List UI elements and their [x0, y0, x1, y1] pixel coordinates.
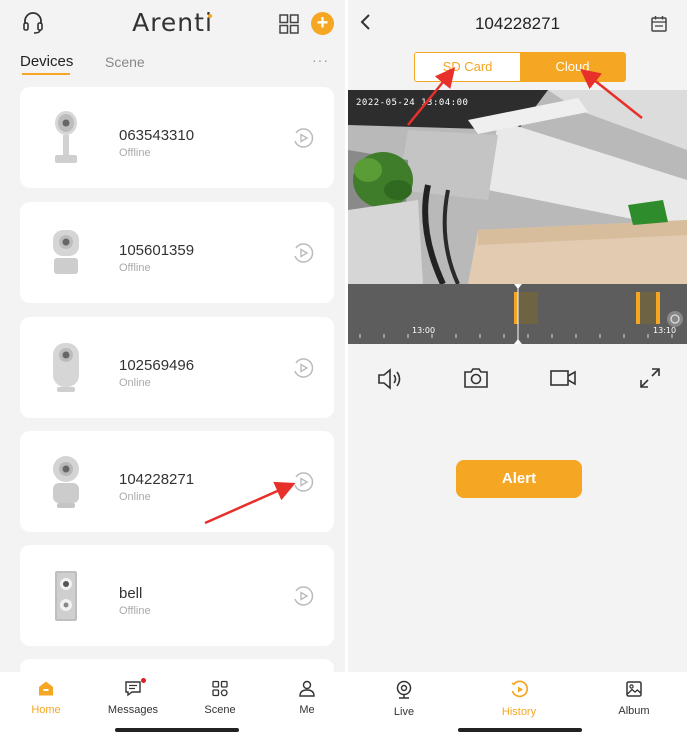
camera-pan-tilt-icon	[53, 456, 79, 508]
album-icon	[626, 681, 642, 697]
device-name: 104228271	[119, 471, 195, 488]
doorbell-icon	[55, 571, 77, 621]
nav-label: Me	[299, 704, 315, 716]
camera-feed-image	[348, 90, 687, 284]
header: Arenti + Devices Scene ···	[0, 0, 345, 80]
calendar-icon[interactable]	[650, 15, 668, 38]
nav-scene[interactable]: Scene	[190, 680, 250, 716]
record-icon[interactable]	[549, 366, 577, 395]
nav-history[interactable]: History	[489, 680, 549, 718]
fullscreen-icon[interactable]	[638, 366, 662, 395]
nav-label: Home	[31, 704, 61, 716]
nav-label: History	[501, 706, 537, 718]
nav-label: Scene	[204, 704, 236, 716]
segment-cloud[interactable]: Cloud	[520, 53, 625, 81]
person-icon	[299, 680, 315, 697]
nav-me[interactable]: Me	[277, 680, 337, 716]
device-name: 063543310	[119, 127, 195, 144]
camera-dome-icon	[53, 343, 79, 392]
alert-button[interactable]: Alert	[456, 460, 582, 498]
timeline-track	[359, 284, 673, 344]
device-status: Offline	[119, 605, 151, 617]
brand-dot	[208, 14, 212, 18]
home-icon	[39, 681, 53, 696]
device-name: 105601359	[119, 242, 195, 259]
segment-sd-card[interactable]: SD Card	[415, 53, 520, 81]
nav-messages[interactable]: Messages	[103, 678, 163, 716]
device-status: Online	[119, 491, 151, 503]
add-device-icon[interactable]: +	[311, 12, 334, 35]
scene-icon	[212, 680, 228, 697]
device-card[interactable]: bell Offline	[20, 545, 334, 646]
tab-devices[interactable]: Devices	[20, 53, 73, 70]
tab-underline	[22, 73, 70, 75]
unread-badge	[141, 678, 146, 683]
device-status: Offline	[119, 262, 151, 274]
device-card[interactable]: 063543310 Offline	[20, 87, 334, 188]
webcam-icon	[396, 680, 412, 699]
playback-icon[interactable]	[292, 242, 314, 269]
playback-timeline[interactable]: 13:00 13:10	[348, 284, 687, 344]
nav-label: Album	[618, 705, 650, 717]
home-indicator	[115, 728, 239, 732]
playback-icon[interactable]	[292, 357, 314, 384]
nav-label: Messages	[107, 704, 159, 716]
nav-home[interactable]: Home	[16, 680, 76, 716]
device-history-screen: 104228271 SD Card Cloud 2022-05-24 13:04…	[348, 0, 687, 733]
device-name: 102569496	[119, 357, 195, 374]
timeline-tick-label: 13:00	[412, 326, 436, 335]
message-icon	[125, 681, 141, 697]
camera-stand-icon	[55, 111, 77, 163]
device-list-screen: Arenti + Devices Scene ··· 063543310 Off…	[0, 0, 345, 733]
tab-scene[interactable]: Scene	[105, 54, 145, 70]
playback-icon[interactable]	[292, 471, 314, 498]
camera-cube-icon	[53, 230, 79, 274]
device-card[interactable]: 105601359 Offline	[20, 202, 334, 303]
bottom-nav: Live History Album	[348, 672, 687, 733]
more-options-icon[interactable]: ···	[312, 52, 329, 68]
device-name: bell	[119, 585, 143, 602]
page-title: 104228271	[474, 14, 561, 33]
nav-label: Live	[393, 706, 415, 718]
device-status: Offline	[119, 147, 151, 159]
device-card[interactable]: 102569496 Online	[20, 317, 334, 418]
snapshot-icon[interactable]	[463, 366, 489, 395]
storage-segmented-control: SD Card Cloud	[414, 52, 626, 82]
nav-album[interactable]: Album	[604, 680, 664, 717]
playback-icon[interactable]	[292, 127, 314, 154]
device-card[interactable]: 104228271 Online	[20, 431, 334, 532]
home-indicator	[458, 728, 582, 732]
zoom-icon[interactable]	[666, 310, 684, 333]
history-play-icon	[511, 680, 528, 698]
video-timestamp: 2022-05-24 13:04:00	[356, 98, 469, 108]
grid-view-icon[interactable]	[279, 14, 299, 39]
playback-icon[interactable]	[292, 585, 314, 612]
speaker-icon[interactable]	[376, 366, 404, 397]
bottom-nav: Home Messages Scene Me	[0, 672, 345, 733]
nav-live[interactable]: Live	[374, 680, 434, 718]
video-player[interactable]: 2022-05-24 13:04:00	[348, 90, 687, 284]
playback-controls	[348, 366, 687, 396]
device-status: Online	[119, 377, 151, 389]
